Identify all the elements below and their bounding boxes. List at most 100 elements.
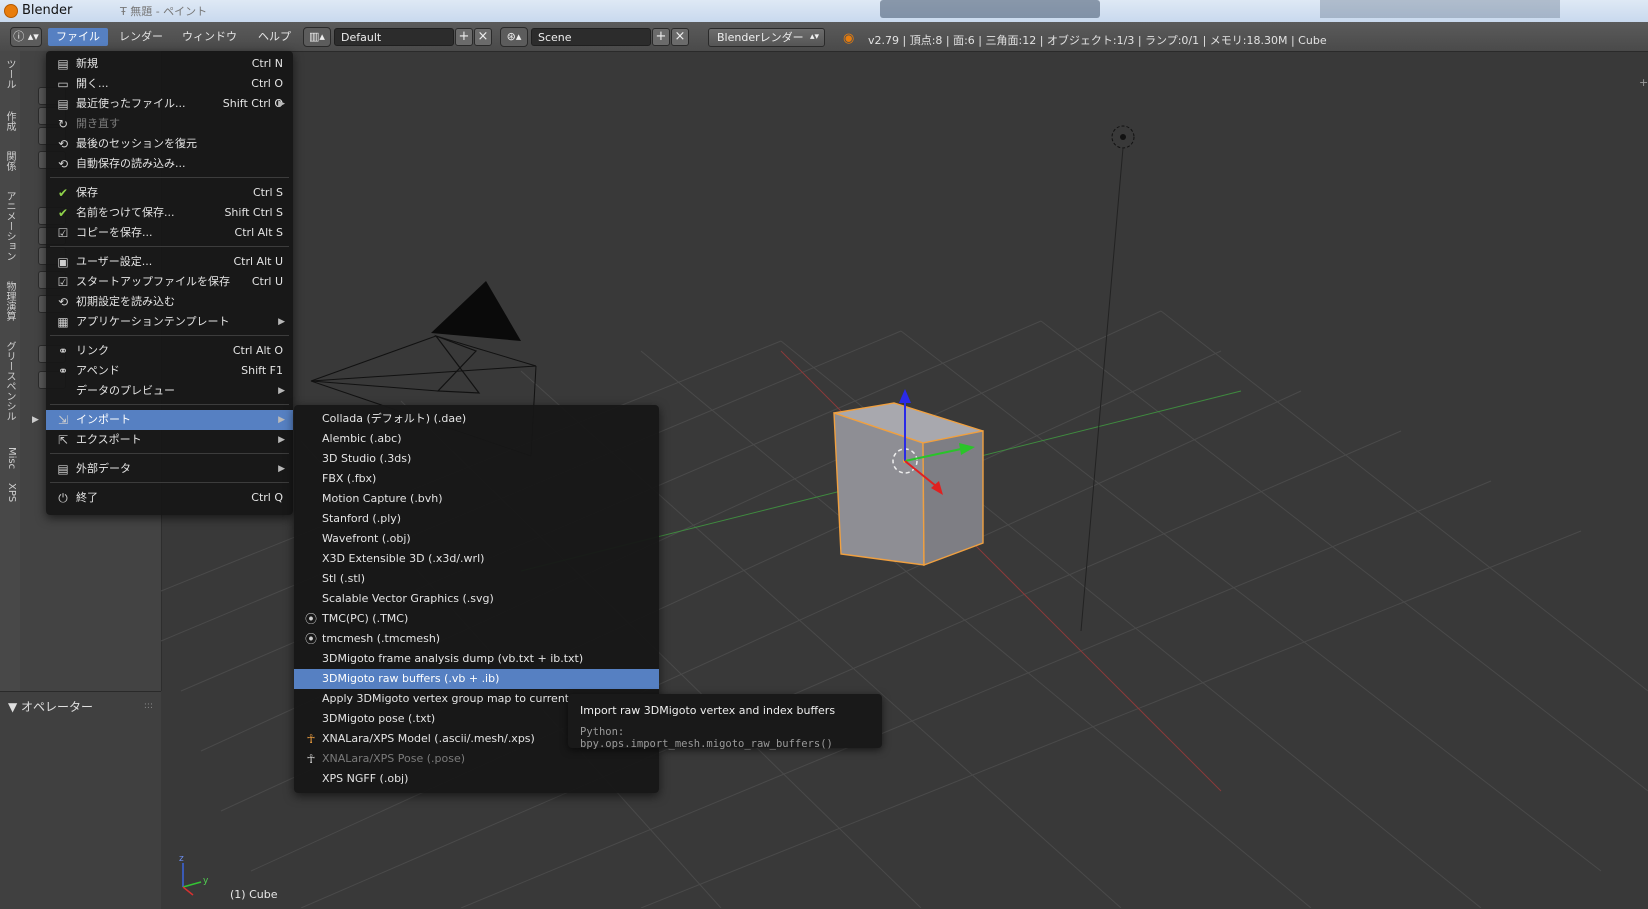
import-menu-item-label: TMC(PC) (.TMC) bbox=[322, 612, 409, 625]
import-menu-item[interactable]: Wavefront (.obj) bbox=[294, 529, 659, 549]
tab-misc[interactable]: Misc bbox=[3, 447, 17, 469]
file-menu-item[interactable]: ☑ スタートアップファイルを保存 Ctrl U bbox=[46, 272, 293, 292]
recover-auto-icon: ⟲ bbox=[57, 157, 69, 171]
shortcut-label: Shift Ctrl S bbox=[224, 206, 283, 219]
remove-layout-icon[interactable]: × bbox=[474, 28, 492, 46]
import-menu-item[interactable]: Stanford (.ply) bbox=[294, 509, 659, 529]
tab-animation[interactable]: アニメーション bbox=[3, 191, 17, 261]
import-menu-item-label: 3DMigoto pose (.txt) bbox=[322, 712, 436, 725]
import-menu-item[interactable]: 3DMigoto frame analysis dump (vb.txt + i… bbox=[294, 649, 659, 669]
menu-window[interactable]: ウィンドウ bbox=[174, 28, 245, 46]
file-menu-item-label: 開く... bbox=[76, 77, 109, 90]
file-menu-item-label: データのプレビュー bbox=[76, 384, 175, 397]
submenu-arrow-icon: ▶ bbox=[278, 386, 285, 396]
shortcut-label: Ctrl Alt O bbox=[232, 344, 283, 357]
menu-separator bbox=[50, 453, 289, 454]
menu-render[interactable]: レンダー bbox=[111, 28, 171, 46]
shortcut-label: Ctrl S bbox=[252, 186, 283, 199]
submenu-arrow-icon: ▶ bbox=[278, 464, 285, 474]
save-copy-icon: ☑ bbox=[57, 226, 69, 240]
file-menu-item[interactable]: ⟲ 最後のセッションを復元 bbox=[46, 134, 293, 154]
tab-grease-pencil[interactable]: グリースペンシル bbox=[3, 341, 17, 421]
import-menu-item[interactable]: 3D Studio (.3ds) bbox=[294, 449, 659, 469]
file-menu-item[interactable]: ▭ 開く... Ctrl O bbox=[46, 74, 293, 94]
file-menu-item[interactable]: ▤ 新規 Ctrl N bbox=[46, 54, 293, 74]
file-menu-item[interactable]: ⟲ 自動保存の読み込み... bbox=[46, 154, 293, 174]
layout-browse-button[interactable]: ▥▴ bbox=[303, 27, 331, 47]
remove-scene-icon[interactable]: × bbox=[671, 28, 689, 46]
import-menu-item[interactable]: Collada (デフォルト) (.dae) bbox=[294, 409, 659, 429]
import-menu-item-label: 3D Studio (.3ds) bbox=[322, 452, 412, 465]
file-menu-item-label: 名前をつけて保存... bbox=[76, 206, 175, 219]
menu-separator bbox=[50, 177, 289, 178]
file-menu-item-label: ユーザー設定... bbox=[76, 255, 153, 268]
shortcut-label: Ctrl Alt S bbox=[234, 226, 283, 239]
tmc-icon: ⦿ bbox=[304, 632, 317, 646]
menu-file[interactable]: ファイル bbox=[48, 28, 108, 46]
scene-name-field[interactable]: Scene bbox=[531, 28, 651, 46]
external-data-icon: ▤ bbox=[57, 462, 69, 476]
file-menu-item[interactable]: ▤ 最近使ったファイル... Shift Ctrl O ▶ bbox=[46, 94, 293, 114]
editor-type-button[interactable]: ⓘ ▴▾ bbox=[10, 27, 42, 47]
file-menu-item[interactable]: ✔ 保存 Ctrl S bbox=[46, 183, 293, 203]
menu-separator bbox=[50, 482, 289, 483]
import-menu-item[interactable]: ⦿ TMC(PC) (.TMC) bbox=[294, 609, 659, 629]
import-icon: ⇲ bbox=[57, 413, 69, 427]
shortcut-label: Shift Ctrl O bbox=[222, 97, 283, 110]
layout-name-field[interactable]: Default bbox=[334, 28, 454, 46]
file-menu-item[interactable]: ⟲ 初期設定を読み込む bbox=[46, 292, 293, 312]
recover-icon: ⟲ bbox=[57, 137, 69, 151]
cube-object[interactable] bbox=[833, 389, 984, 567]
power-icon: ⏻ bbox=[58, 491, 68, 505]
file-menu-item[interactable]: ⚭ リンク Ctrl Alt O bbox=[46, 341, 293, 361]
tab-create[interactable]: 作成 bbox=[3, 111, 17, 131]
render-engine-select[interactable]: Blenderレンダー ▴▾ bbox=[708, 28, 825, 47]
file-menu-item[interactable]: ▣ ユーザー設定... Ctrl Alt U bbox=[46, 252, 293, 272]
tooltip: Import raw 3DMigoto vertex and index buf… bbox=[568, 694, 882, 750]
file-menu-item[interactable]: ▦ アプリケーションテンプレート ▶ bbox=[46, 312, 293, 332]
import-menu-item-label: Motion Capture (.bvh) bbox=[322, 492, 443, 505]
import-menu-item[interactable]: Motion Capture (.bvh) bbox=[294, 489, 659, 509]
tab-xps[interactable]: XPS bbox=[3, 483, 17, 502]
import-menu-item-label: XNALara/XPS Model (.ascii/.mesh/.xps) bbox=[322, 732, 535, 745]
add-scene-icon[interactable]: + bbox=[652, 28, 670, 46]
file-menu-item[interactable]: ⚭ アペンド Shift F1 bbox=[46, 361, 293, 381]
import-menu-item[interactable]: X3D Extensible 3D (.x3d/.wrl) bbox=[294, 549, 659, 569]
drag-handle-icon[interactable]: ::: bbox=[144, 701, 153, 711]
file-menu-item[interactable]: ⏻ 終了 Ctrl Q bbox=[46, 488, 293, 508]
properties-toggle-icon[interactable]: + bbox=[1639, 76, 1648, 89]
save-as-icon: ✔ bbox=[57, 206, 69, 220]
export-icon: ⇱ bbox=[57, 433, 69, 447]
file-menu-item-label: 終了 bbox=[76, 491, 98, 504]
tab-tools[interactable]: ツール bbox=[3, 59, 17, 89]
file-menu-item[interactable]: ⇱ エクスポート ▶ bbox=[46, 430, 293, 450]
operator-panel-label: オペレーター bbox=[21, 700, 94, 714]
add-layout-icon[interactable]: + bbox=[455, 28, 473, 46]
import-menu-item[interactable]: FBX (.fbx) bbox=[294, 469, 659, 489]
tab-physics[interactable]: 物理演算 bbox=[3, 281, 17, 321]
file-menu-item[interactable]: ▤ 外部データ ▶ bbox=[46, 459, 293, 479]
import-menu-item[interactable]: Scalable Vector Graphics (.svg) bbox=[294, 589, 659, 609]
menu-help[interactable]: ヘルプ bbox=[250, 28, 299, 46]
file-menu-item[interactable]: ✔ 名前をつけて保存... Shift Ctrl S bbox=[46, 203, 293, 223]
submenu-arrow-icon: ▶ bbox=[278, 317, 285, 327]
import-menu-item[interactable]: Alembic (.abc) bbox=[294, 429, 659, 449]
import-menu-item[interactable]: XPS NGFF (.obj) bbox=[294, 769, 659, 789]
file-menu-item[interactable]: ⇲ インポート ▶ bbox=[46, 410, 293, 430]
menu-separator bbox=[50, 335, 289, 336]
import-menu-item[interactable]: Stl (.stl) bbox=[294, 569, 659, 589]
import-menu-item-label: Stl (.stl) bbox=[322, 572, 366, 585]
shortcut-label: Shift F1 bbox=[241, 364, 283, 377]
operator-panel-title[interactable]: ▼ オペレーター bbox=[8, 698, 93, 715]
import-menu-item[interactable]: 3DMigoto raw buffers (.vb + .ib) bbox=[294, 669, 659, 689]
lamp-object[interactable] bbox=[1080, 125, 1135, 632]
import-menu-item: ☥ XNALara/XPS Pose (.pose) bbox=[294, 749, 659, 769]
submenu-arrow-icon: ▶ bbox=[278, 99, 285, 109]
file-menu-item[interactable]: データのプレビュー ▶ bbox=[46, 381, 293, 401]
tab-relations[interactable]: 関係 bbox=[3, 151, 17, 171]
preferences-icon: ▣ bbox=[57, 255, 69, 269]
scene-browse-button[interactable]: ⊛▴ bbox=[500, 27, 528, 47]
import-menu-item[interactable]: ⦿ tmcmesh (.tmcmesh) bbox=[294, 629, 659, 649]
expand-arrow-icon[interactable]: ▶ bbox=[32, 415, 39, 425]
file-menu-item[interactable]: ☑ コピーを保存... Ctrl Alt S bbox=[46, 223, 293, 243]
